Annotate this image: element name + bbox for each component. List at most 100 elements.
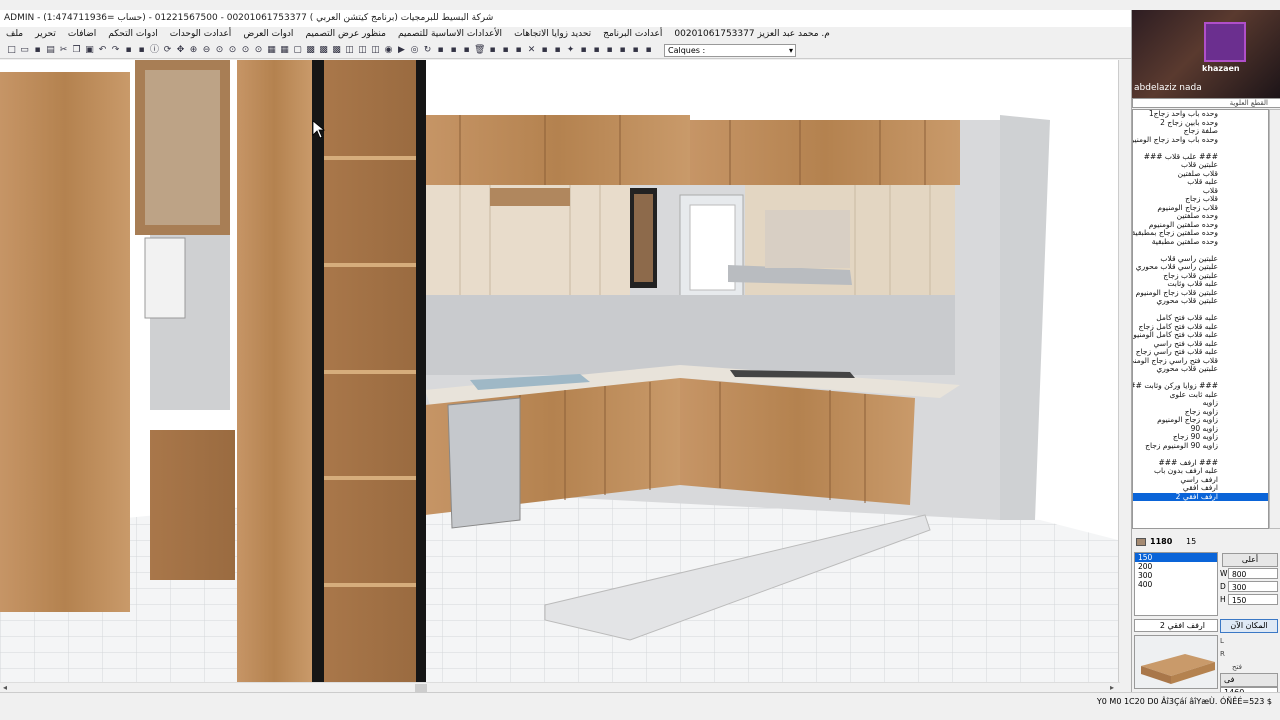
list-item[interactable]: علبه ثابت علوى [1133, 390, 1268, 400]
menu-item[interactable]: ادوات التحكم [108, 27, 157, 42]
open-icon[interactable]: ▭ [19, 45, 30, 56]
box-icon[interactable]: ▩ [305, 45, 316, 56]
list-item[interactable]: علبتين قلاب محوري [1133, 364, 1268, 374]
menu-item[interactable]: م. محمد عبد العزيز 00201061753377 [674, 27, 829, 42]
list-item[interactable]: وحده صلفتين مطبقية [1133, 237, 1268, 247]
play-icon[interactable]: ▶ [396, 45, 407, 56]
menu-item[interactable]: أعدادت الوحدات [170, 27, 232, 42]
info-icon[interactable]: ⓘ [149, 45, 160, 56]
scroll-right-icon[interactable]: ▸ [1110, 683, 1114, 692]
size-item[interactable]: 400 [1135, 580, 1217, 589]
tool-icon[interactable]: ▪ [123, 45, 134, 56]
undo-icon[interactable]: ↶ [97, 45, 108, 56]
box-icon[interactable]: ▩ [318, 45, 329, 56]
color-row[interactable]: 1180 15 [1134, 535, 1279, 549]
light-icon[interactable]: ✦ [565, 45, 576, 56]
list-item[interactable]: وحده باب واحد زجاج الومنيوم [1133, 135, 1268, 145]
tool-icon[interactable]: ▪ [461, 45, 472, 56]
redo-icon[interactable]: ↷ [110, 45, 121, 56]
save-icon[interactable]: ▪ [32, 45, 43, 56]
view-icon[interactable]: ◫ [344, 45, 355, 56]
menu-item[interactable]: منظور عرض التصميم [305, 27, 386, 42]
height-value[interactable]: 150 [1228, 594, 1278, 605]
size-item[interactable]: 200 [1135, 562, 1217, 571]
menu-item[interactable]: أعدادت البرنامج [603, 27, 662, 42]
delete-icon[interactable]: 🗑 [474, 45, 485, 56]
width-field[interactable]: W 800 [1220, 568, 1278, 579]
tool-icon[interactable]: ▪ [552, 45, 563, 56]
category-combo[interactable]: القطع العلوية [1132, 98, 1280, 108]
list-item[interactable]: ارفف افقي 2 [1133, 492, 1268, 501]
tool-icon[interactable]: ▪ [578, 45, 589, 56]
tool-icon[interactable]: ▪ [591, 45, 602, 56]
view-icon[interactable]: ◫ [370, 45, 381, 56]
copy-icon[interactable]: ❐ [71, 45, 82, 56]
grid-icon[interactable]: ▦ [279, 45, 290, 56]
depth-value[interactable]: 300 [1228, 581, 1278, 592]
tool-icon[interactable]: ▪ [617, 45, 628, 56]
print-icon[interactable]: ▤ [45, 45, 56, 56]
zoom-out-icon[interactable]: ⊖ [201, 45, 212, 56]
small-combo[interactable]: فى [1220, 673, 1278, 687]
place-now-button[interactable]: المكان الآن [1220, 619, 1278, 633]
new-icon[interactable]: □ [6, 45, 17, 56]
catalog-list[interactable]: وحده باب واحد زجاج1 وحده بابين زجاج 2 صلفة… [1132, 109, 1269, 529]
depth-field[interactable]: D 300 [1220, 581, 1278, 592]
close-icon[interactable]: ✕ [526, 45, 537, 56]
list-item[interactable]: علبه قلاب [1133, 177, 1268, 187]
tool-icon[interactable]: ▪ [604, 45, 615, 56]
menu-item[interactable]: ملف [6, 27, 23, 42]
zoom-icon[interactable]: ⊙ [253, 45, 264, 56]
tool-icon[interactable]: ▪ [448, 45, 459, 56]
tool-icon[interactable]: ▪ [500, 45, 511, 56]
tool-icon[interactable]: ▪ [136, 45, 147, 56]
list-item[interactable]: زاويه 90 الومنيوم زجاج [1133, 441, 1268, 451]
menu-item[interactable]: ادوات العرض [243, 27, 293, 42]
cut-icon[interactable]: ✂ [58, 45, 69, 56]
top-button[interactable]: أعلى [1222, 553, 1278, 567]
rotate-icon[interactable]: ⟳ [162, 45, 173, 56]
horizontal-scrollbar[interactable]: ◂ ▸ [0, 682, 1120, 692]
grid-icon[interactable]: ▦ [266, 45, 277, 56]
width-value[interactable]: 800 [1228, 568, 1278, 579]
size-item[interactable]: 150 [1135, 553, 1217, 562]
upper-cabinet-row [425, 115, 690, 185]
tool-icon[interactable]: ▪ [643, 45, 654, 56]
menu-item[interactable]: الأعدادات الاساسية للتصميم [398, 27, 502, 42]
zoom-icon[interactable]: ⊙ [240, 45, 251, 56]
water-heater [144, 237, 186, 319]
camera-icon[interactable]: ◉ [383, 45, 394, 56]
select-icon[interactable]: ▢ [292, 45, 303, 56]
design-viewport[interactable] [0, 60, 1118, 682]
view-icon[interactable]: ◫ [357, 45, 368, 56]
tool-icon[interactable]: ▪ [487, 45, 498, 56]
tool-icon[interactable]: ▪ [513, 45, 524, 56]
zoom-icon[interactable]: ⊙ [227, 45, 238, 56]
size-list[interactable]: 150 200 300 400 [1134, 552, 1218, 616]
tool-icon[interactable]: ▪ [435, 45, 446, 56]
menu-item[interactable]: تحديد زوايا الاتجاهات [514, 27, 591, 42]
scroll-left-icon[interactable]: ◂ [3, 683, 7, 692]
viewport-side-bar[interactable] [1118, 60, 1131, 682]
menu-item[interactable]: تحرير [35, 27, 56, 42]
paste-icon[interactable]: ▣ [84, 45, 95, 56]
height-field[interactable]: H 150 [1220, 594, 1278, 605]
menu-item[interactable]: اضافات [68, 27, 96, 42]
move-icon[interactable]: ✥ [175, 45, 186, 56]
status-bar: Y0 M0 1C20 D0 Âî3Çáí âîYæÙ. ÓÑÊÉ=523 $ [0, 692, 1280, 710]
list-item[interactable]: علبتين قلاب محوري [1133, 296, 1268, 306]
scroll-thumb[interactable] [415, 684, 427, 692]
refresh-icon[interactable]: ↻ [422, 45, 433, 56]
color-swatch[interactable] [1136, 538, 1146, 546]
catalog-list-scrollbar[interactable] [1269, 109, 1280, 529]
size-item[interactable]: 300 [1135, 571, 1217, 580]
zoom-icon[interactable]: ⊙ [214, 45, 225, 56]
r-label: R [1220, 650, 1225, 658]
tool-icon[interactable]: ▪ [539, 45, 550, 56]
tool-icon[interactable]: ▪ [630, 45, 641, 56]
zoom-in-icon[interactable]: ⊕ [188, 45, 199, 56]
layer-select[interactable]: Calques : [664, 43, 796, 57]
item-name-combo[interactable]: ارفف افقي 2 [1134, 619, 1218, 632]
box-icon[interactable]: ▩ [331, 45, 342, 56]
eye-icon[interactable]: ◎ [409, 45, 420, 56]
